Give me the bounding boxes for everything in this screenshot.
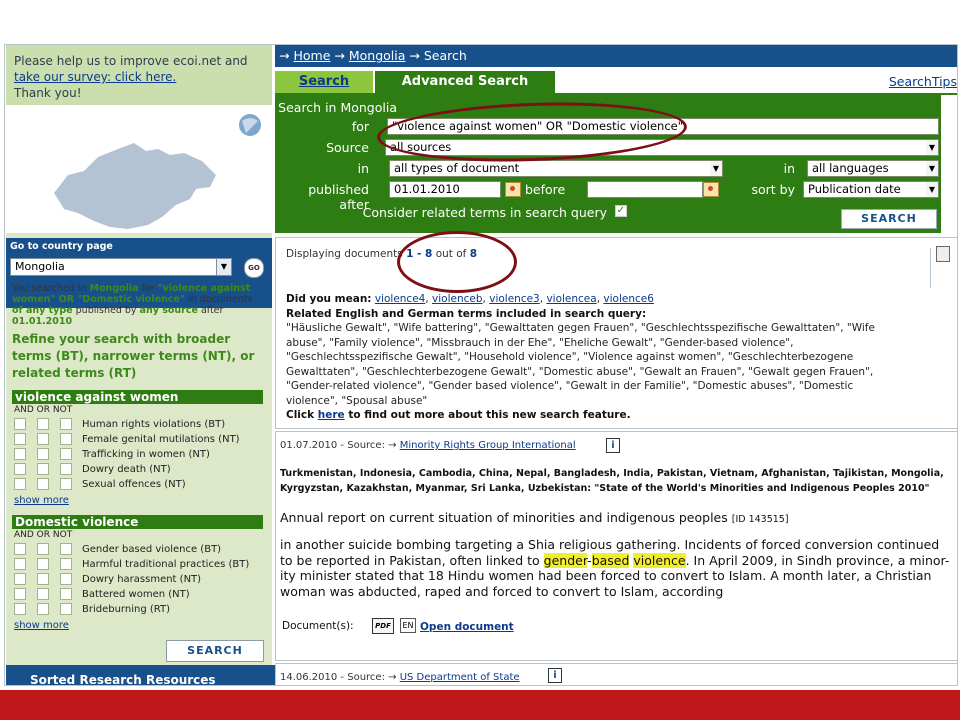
left-sidebar: Please help us to improve ecoi.net and t… bbox=[6, 45, 296, 685]
source-link[interactable]: US Department of State bbox=[400, 672, 520, 683]
arrow-icon: → bbox=[279, 48, 290, 63]
country-select[interactable]: Mongolia ▼ bbox=[10, 258, 232, 276]
related-terms-list: "Häusliche Gewalt", "Wife battering", "G… bbox=[286, 322, 875, 407]
chevron-down-icon: ▼ bbox=[926, 182, 938, 197]
search-button[interactable]: SEARCH bbox=[841, 209, 937, 229]
facet-row[interactable]: Sexual offences (NT) bbox=[14, 478, 268, 493]
country-map bbox=[6, 105, 272, 233]
in-language-label: in bbox=[783, 161, 795, 176]
facet-row[interactable]: Female genital mutilations (NT) bbox=[14, 433, 268, 448]
sort-by-label: sort by bbox=[751, 182, 795, 197]
breadcrumb-country[interactable]: Mongolia bbox=[349, 48, 406, 63]
breadcrumb-current: Search bbox=[423, 48, 467, 63]
tab-advanced-search[interactable]: Advanced Search bbox=[375, 71, 555, 93]
info-icon[interactable]: i bbox=[548, 668, 562, 683]
in-label: in bbox=[357, 161, 369, 176]
doc-type-select[interactable]: all types of document ▼ bbox=[389, 160, 723, 177]
facet-andornot-label: AND OR NOT bbox=[14, 530, 73, 540]
doc-date-source: 14.06.2010 - Source: → US Department of … bbox=[280, 672, 520, 683]
document-card: 14.06.2010 - Source: → US Department of … bbox=[275, 663, 957, 685]
chevron-down-icon: ▼ bbox=[926, 140, 938, 155]
source-link[interactable]: Minority Rights Group International bbox=[400, 440, 576, 451]
info-icon[interactable]: i bbox=[606, 438, 620, 453]
source-label: Source bbox=[326, 140, 369, 155]
survey-text: Please help us to improve ecoi.net and bbox=[14, 54, 248, 68]
chevron-down-icon: ▼ bbox=[926, 161, 938, 176]
print-icon[interactable] bbox=[936, 246, 950, 262]
suggestion-link[interactable]: violence4 bbox=[375, 293, 426, 305]
facet-row[interactable]: Gender based violence (BT) bbox=[14, 543, 268, 558]
facet-row[interactable]: Harmful traditional practices (BT) bbox=[14, 558, 268, 573]
suggestion-link[interactable]: violenceb bbox=[432, 293, 483, 305]
suggestion-link[interactable]: violence3 bbox=[489, 293, 540, 305]
refine-search-button[interactable]: SEARCH bbox=[166, 640, 264, 662]
facet-domestic-violence-title: Domestic violence bbox=[12, 515, 263, 529]
survey-link[interactable]: take our survey: click here. bbox=[14, 70, 176, 84]
chevron-down-icon: ▼ bbox=[216, 259, 231, 275]
sort-select[interactable]: Publication date ▼ bbox=[803, 181, 939, 198]
mongolia-map-icon bbox=[54, 114, 261, 229]
chevron-down-icon: ▼ bbox=[710, 161, 722, 176]
related-terms-title: Related English and German terms include… bbox=[286, 307, 647, 320]
show-more-link[interactable]: show more bbox=[14, 620, 69, 631]
survey-box: Please help us to improve ecoi.net and t… bbox=[6, 45, 272, 111]
go-button[interactable]: GO bbox=[244, 258, 264, 278]
facet-row[interactable]: Brideburning (RT) bbox=[14, 603, 268, 618]
tab-search[interactable]: Search bbox=[275, 71, 373, 93]
slide-footer-bar bbox=[0, 690, 960, 720]
search-summary: You searched in Mongolia for "violence a… bbox=[12, 283, 253, 327]
before-date-input[interactable] bbox=[587, 181, 703, 198]
annotation-ellipse-count bbox=[397, 231, 517, 293]
browser-frame: Please help us to improve ecoi.net and t… bbox=[4, 44, 958, 686]
country-page-label: Go to country page bbox=[10, 241, 113, 252]
calendar-icon[interactable] bbox=[505, 182, 521, 197]
document-card: 01.07.2010 - Source: → Minority Rights G… bbox=[275, 431, 957, 661]
divider bbox=[930, 248, 931, 288]
facet-row[interactable]: Battered women (NT) bbox=[14, 588, 268, 603]
open-document-link[interactable]: Open document bbox=[420, 621, 514, 633]
doc-date-source: 01.07.2010 - Source: → Minority Rights G… bbox=[280, 440, 576, 451]
refine-heading: Refine your search with broader terms (B… bbox=[12, 332, 255, 380]
facet-row[interactable]: Dowry harassment (NT) bbox=[14, 573, 268, 588]
documents-label: Document(s): bbox=[282, 620, 354, 632]
arrow-icon: → bbox=[334, 48, 345, 63]
related-terms-checkbox[interactable]: ✓ bbox=[615, 205, 627, 217]
related-terms-label: Consider related terms in search query bbox=[362, 205, 607, 220]
suggestion-link[interactable]: violencea bbox=[546, 293, 596, 305]
facet-violence-against-women-title: violence against women bbox=[12, 390, 263, 404]
facet-row[interactable]: Trafficking in women (NT) bbox=[14, 448, 268, 463]
doc-title[interactable]: Turkmenistan, Indonesia, Cambodia, China… bbox=[280, 466, 952, 496]
facet-row[interactable]: Dowry death (NT) bbox=[14, 463, 268, 478]
here-link[interactable]: here bbox=[318, 409, 345, 421]
doc-excerpt: in another suicide bombing targeting a S… bbox=[280, 537, 950, 599]
search-in-label: Search in Mongolia bbox=[278, 100, 397, 115]
for-label: for bbox=[351, 119, 369, 134]
doc-summary: Annual report on current situation of mi… bbox=[280, 510, 789, 525]
search-tips-link[interactable]: SearchTips bbox=[889, 71, 957, 93]
breadcrumb: → Home → Mongolia → Search bbox=[275, 45, 957, 67]
suggestion-link[interactable]: violence6 bbox=[603, 293, 654, 305]
country-select-value: Mongolia bbox=[15, 260, 65, 273]
after-date-input[interactable]: 01.01.2010 bbox=[389, 181, 501, 198]
sorted-resources-header[interactable]: Sorted Research Resources bbox=[6, 665, 296, 685]
language-select[interactable]: all languages ▼ bbox=[807, 160, 939, 177]
pdf-icon[interactable]: PDF bbox=[372, 618, 394, 634]
calendar-icon[interactable] bbox=[703, 182, 719, 197]
search-tabs: Search Advanced Search SearchTips bbox=[275, 71, 957, 95]
facet-row[interactable]: Human rights violations (BT) bbox=[14, 418, 268, 433]
survey-thanks: Thank you! bbox=[14, 86, 82, 100]
breadcrumb-home[interactable]: Home bbox=[293, 48, 330, 63]
arrow-icon: → bbox=[409, 48, 420, 63]
did-you-mean-block: Did you mean: violence4, violenceb, viol… bbox=[286, 293, 875, 421]
results-panel: Displaying documents 1 - 8 out of 8 Did … bbox=[275, 237, 957, 429]
show-more-link[interactable]: show more bbox=[14, 495, 69, 506]
before-label: before bbox=[525, 182, 566, 197]
facet-andornot-label: AND OR NOT bbox=[14, 405, 73, 415]
language-en-icon: EN bbox=[400, 618, 416, 633]
